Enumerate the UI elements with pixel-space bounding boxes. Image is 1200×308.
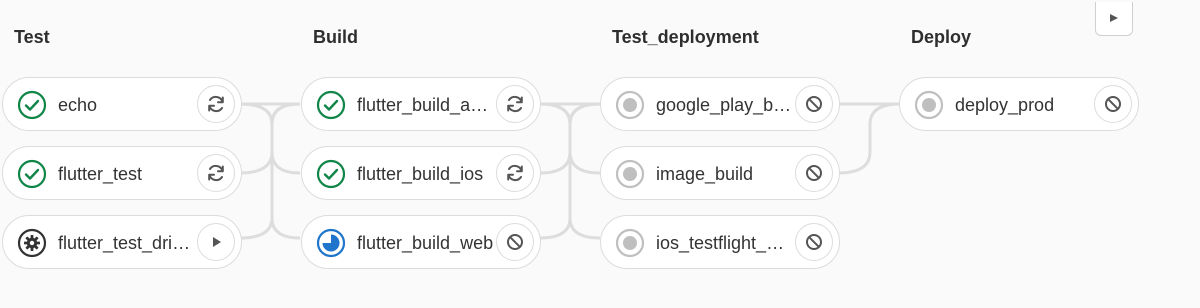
job-deploy-prod[interactable]: deploy_prod xyxy=(899,77,1139,131)
retry-button[interactable] xyxy=(197,85,235,123)
job-echo[interactable]: echo xyxy=(2,77,242,131)
check-circle-icon xyxy=(17,159,47,189)
cancel-icon xyxy=(507,234,523,250)
cancel-icon xyxy=(806,96,822,112)
retry-icon xyxy=(507,96,523,112)
created-dot-icon xyxy=(615,90,645,120)
job-image-build[interactable]: image_build xyxy=(600,146,840,200)
play-button[interactable] xyxy=(197,223,235,261)
job-name: flutter_build_web xyxy=(357,233,494,253)
created-dot-icon xyxy=(615,228,645,258)
play-icon xyxy=(213,237,221,247)
cancel-button[interactable] xyxy=(795,223,833,261)
check-circle-icon xyxy=(17,90,47,120)
retry-icon xyxy=(208,96,224,112)
job-name: image_build xyxy=(656,164,754,184)
cancel-icon xyxy=(806,165,822,181)
job-name: ios_testflight_b… xyxy=(656,233,794,253)
job-name: echo xyxy=(58,95,98,115)
job-flutter-test[interactable]: flutter_test xyxy=(2,146,242,200)
job-name: flutter_build_an… xyxy=(357,95,495,115)
flag-icon xyxy=(1110,13,1118,22)
cancel-button[interactable] xyxy=(496,223,534,261)
job-flutter-build-android[interactable]: flutter_build_an… xyxy=(301,77,541,131)
retry-button[interactable] xyxy=(197,154,235,192)
cancel-icon xyxy=(1105,96,1121,112)
running-pie-icon xyxy=(316,228,346,258)
job-flutter-build-web[interactable]: flutter_build_web xyxy=(301,215,541,269)
retry-icon xyxy=(208,165,224,181)
stage-title-test: Test xyxy=(14,27,50,47)
cancel-button[interactable] xyxy=(1094,85,1132,123)
gear-icon xyxy=(17,228,47,258)
check-circle-icon xyxy=(316,90,346,120)
job-name: flutter_build_ios xyxy=(357,164,484,184)
retry-button[interactable] xyxy=(496,154,534,192)
retry-icon xyxy=(507,165,523,181)
retry-button[interactable] xyxy=(496,85,534,123)
job-name: flutter_test xyxy=(58,164,143,184)
created-dot-icon xyxy=(615,159,645,189)
stage-title-build: Build xyxy=(313,27,358,47)
check-circle-icon xyxy=(316,159,346,189)
created-dot-icon xyxy=(914,90,944,120)
job-flutter-build-ios[interactable]: flutter_build_ios xyxy=(301,146,541,200)
cancel-button[interactable] xyxy=(795,154,833,192)
job-name: deploy_prod xyxy=(955,95,1055,115)
cancel-icon xyxy=(806,234,822,250)
flag-button[interactable] xyxy=(1095,2,1133,36)
stage-title-test-deployment: Test_deployment xyxy=(612,27,759,47)
job-flutter-test-driver[interactable]: flutter_test_driver xyxy=(2,215,242,269)
job-name: google_play_be… xyxy=(656,95,794,115)
cancel-button[interactable] xyxy=(795,85,833,123)
stage-title-deploy: Deploy xyxy=(911,27,972,47)
job-ios-testflight-beta[interactable]: ios_testflight_b… xyxy=(600,215,840,269)
job-name: flutter_test_driver xyxy=(58,233,196,253)
job-google-play-beta[interactable]: google_play_be… xyxy=(600,77,840,131)
